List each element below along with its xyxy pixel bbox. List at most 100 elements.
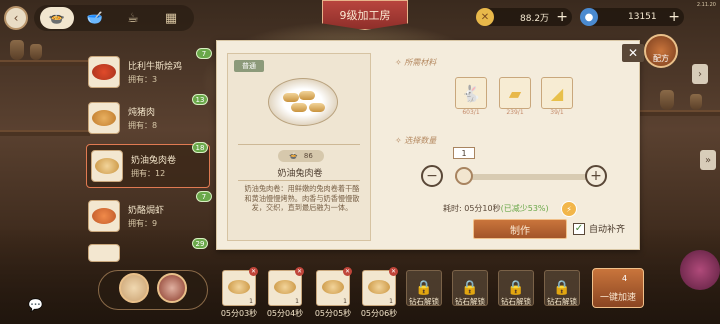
add-gem-button[interactable]: + bbox=[668, 9, 680, 25]
gem-icon: ● bbox=[580, 8, 598, 26]
auto-refill-toggle[interactable]: ✓ 自动补齐 bbox=[573, 222, 625, 235]
slot-count: 1 bbox=[343, 298, 347, 305]
queue-slot[interactable]: ✕ 1 bbox=[222, 267, 258, 306]
dish-thumbnail bbox=[88, 200, 120, 232]
slot-count: 1 bbox=[249, 298, 253, 305]
material-count: 39/1 bbox=[550, 109, 564, 116]
list-item[interactable]: 奶酪焗虾拥有：9 bbox=[88, 194, 208, 238]
add-gold-button[interactable]: + bbox=[556, 9, 568, 25]
list-item[interactable]: 奶油兔肉卷 拥有：12 bbox=[86, 144, 210, 188]
gold-display: ✕ 88.2万 + bbox=[476, 8, 572, 26]
grill-icon: ▦ bbox=[164, 10, 178, 26]
recipe-name: 奶油兔肉卷 bbox=[131, 156, 177, 166]
tab-cup[interactable]: ☕ bbox=[116, 7, 150, 29]
level-badge: 7 bbox=[196, 48, 212, 59]
recipe-owned: 拥有：9 bbox=[128, 219, 158, 228]
close-icon: ✕ bbox=[627, 46, 639, 60]
list-item[interactable] bbox=[88, 244, 208, 262]
lock-icon: 🔒 bbox=[461, 280, 479, 296]
minus-icon: − bbox=[426, 168, 438, 184]
category-tabs: 🍲 🥣 ☕ ▦ bbox=[34, 5, 194, 31]
dish-thumbnail bbox=[88, 102, 120, 134]
materials-label: ✧ 所需材料 bbox=[395, 58, 437, 67]
chef-avatar[interactable] bbox=[157, 273, 187, 303]
queue-slot[interactable]: ✕ 1 bbox=[316, 267, 352, 306]
slot-count: 1 bbox=[295, 298, 299, 305]
back-button[interactable]: ‹ bbox=[4, 6, 28, 30]
auto-refill-checkbox[interactable]: ✓ bbox=[573, 222, 585, 235]
locked-slot-label: 钻石解锁 bbox=[547, 297, 577, 306]
recipe-name: 比利牛斯烩鸡 bbox=[128, 62, 183, 72]
plus-icon: + bbox=[590, 168, 602, 184]
material-count: 239/1 bbox=[506, 109, 524, 116]
recipe-book-button[interactable]: 配方 bbox=[644, 34, 678, 68]
material-slot[interactable]: ▰ bbox=[499, 77, 531, 109]
queue-slot[interactable]: ✕ 1 bbox=[362, 267, 398, 306]
level-badge: 18 bbox=[192, 142, 208, 153]
side-arrow-right[interactable]: › bbox=[692, 64, 708, 84]
side-arrow-next[interactable]: » bbox=[700, 150, 716, 170]
dish-thumbnail bbox=[91, 150, 123, 182]
slot-time: 05分03秒 bbox=[220, 309, 258, 318]
chat-icon[interactable]: 💬 bbox=[28, 298, 43, 312]
check-icon: ✓ bbox=[574, 223, 584, 234]
material-slot[interactable]: ◢ bbox=[541, 77, 573, 109]
dish-name: 奶油兔肉卷 bbox=[277, 169, 323, 179]
chef-slots bbox=[98, 270, 208, 310]
remove-icon[interactable]: ✕ bbox=[295, 267, 304, 276]
shelf bbox=[0, 130, 90, 136]
roll-piece bbox=[291, 103, 307, 112]
chevron-right-icon: › bbox=[698, 68, 702, 80]
locked-slot-label: 钻石解锁 bbox=[409, 297, 439, 306]
list-item[interactable]: 比利牛斯烩鸡 拥有：3 bbox=[88, 50, 208, 94]
stock-value: 86 bbox=[303, 152, 313, 160]
slider-handle[interactable] bbox=[455, 167, 473, 185]
gold-amount: 88.2万 bbox=[520, 13, 550, 24]
material-slot[interactable]: 🐇 bbox=[455, 77, 487, 109]
recipe-owned: 拥有：3 bbox=[128, 75, 158, 84]
locked-slot-label: 钻石解锁 bbox=[455, 297, 485, 306]
pot-icon: 🍲 bbox=[48, 10, 66, 26]
cheese-icon: ◢ bbox=[550, 83, 564, 103]
gem-display: ● 13151 + bbox=[580, 8, 684, 26]
tab-pot[interactable]: 🍲 bbox=[40, 7, 74, 29]
remove-icon[interactable]: ✕ bbox=[249, 267, 258, 276]
tab-grill[interactable]: ▦ bbox=[154, 7, 188, 29]
make-button[interactable]: 制作 bbox=[473, 219, 567, 239]
recipe-list: 比利牛斯烩鸡 拥有：3 7 炖猪肉 拥有：8 13 奶油兔肉卷 拥有：12 18 奶酪… bbox=[84, 44, 212, 262]
close-button[interactable]: ✕ bbox=[622, 44, 644, 62]
dish-thumbnail bbox=[88, 56, 120, 88]
auto-refill-label: 自动补齐 bbox=[589, 225, 626, 235]
speed-clock-icon[interactable]: ⚡ bbox=[561, 201, 577, 217]
qty-label: ✧ 选择数量 bbox=[395, 136, 437, 145]
jar bbox=[10, 40, 24, 60]
craft-time-text: 耗时: 05分10秒 bbox=[443, 204, 501, 213]
qty-label-text: 选择数量 bbox=[404, 136, 437, 145]
recipe-book-label: 配方 bbox=[653, 54, 669, 63]
list-item[interactable]: 炖猪肉 拥有：8 bbox=[88, 96, 208, 140]
qty-value[interactable]: 1 bbox=[453, 147, 475, 159]
decrease-button[interactable]: − bbox=[421, 165, 443, 187]
jar bbox=[690, 94, 702, 110]
lock-icon: 🔒 bbox=[507, 280, 525, 296]
slot-time: 05分06秒 bbox=[360, 309, 398, 318]
qty-slider[interactable] bbox=[455, 174, 593, 180]
rabbit-roll-icon bbox=[228, 280, 250, 294]
pork-stew-icon bbox=[92, 110, 116, 126]
chef-avatar[interactable] bbox=[119, 273, 149, 303]
top-left-controls: ‹ 🍲 🥣 ☕ ▦ bbox=[4, 5, 194, 31]
pot-icon: 🍲 bbox=[289, 152, 298, 160]
remove-icon[interactable]: ✕ bbox=[343, 267, 352, 276]
tab-bowl[interactable]: 🥣 bbox=[78, 7, 112, 29]
gold-coin-icon: ✕ bbox=[476, 8, 494, 26]
double-chevron-right-icon: » bbox=[704, 154, 712, 166]
divider bbox=[238, 180, 360, 181]
recipe-name: 炖猪肉 bbox=[128, 108, 156, 118]
materials-label-text: 所需材料 bbox=[404, 58, 437, 67]
recipe-name: 奶酪焗虾 bbox=[128, 206, 165, 216]
rabbit-roll-icon bbox=[95, 158, 119, 174]
remove-icon[interactable]: ✕ bbox=[389, 267, 398, 276]
increase-button[interactable]: + bbox=[585, 165, 607, 187]
locked-slot-label: 钻石解锁 bbox=[501, 297, 531, 306]
queue-slot[interactable]: ✕ 1 bbox=[268, 267, 304, 306]
